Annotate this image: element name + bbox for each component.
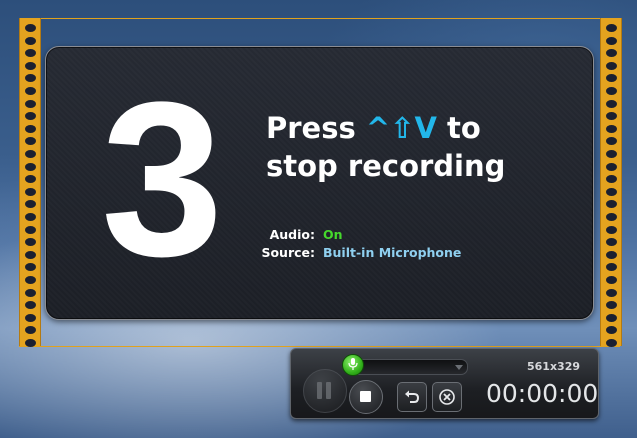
film-perforation — [606, 175, 617, 184]
cancel-icon — [439, 389, 455, 405]
film-perforation — [606, 213, 617, 221]
film-perforation — [606, 162, 617, 171]
film-perforation — [606, 74, 617, 83]
stop-instruction: Press ^⇧V to stop recording — [266, 109, 586, 185]
film-perforation — [606, 36, 617, 45]
pause-icon-bar-left — [317, 382, 322, 399]
chevron-down-icon[interactable] — [455, 365, 463, 370]
film-perforation — [606, 187, 617, 196]
film-perforation — [606, 61, 617, 70]
film-perforation — [25, 213, 36, 221]
film-perforation — [25, 124, 36, 133]
film-perforation — [25, 288, 36, 297]
capture-frame-left-filmstrip[interactable] — [19, 18, 41, 347]
film-perforation — [25, 61, 36, 70]
film-perforation — [606, 313, 617, 322]
restart-icon — [405, 390, 420, 403]
film-perforation — [25, 339, 36, 347]
film-perforation — [606, 339, 617, 347]
film-perforation — [606, 238, 617, 247]
film-perforation — [25, 162, 36, 171]
film-perforation — [25, 263, 36, 272]
restart-button[interactable] — [397, 382, 427, 412]
source-value: Built-in Microphone — [323, 245, 462, 260]
film-perforation — [25, 112, 36, 121]
capture-frame-right-filmstrip[interactable] — [600, 18, 622, 347]
shortcut-keys: ^⇧V — [365, 111, 437, 145]
film-perforation — [606, 112, 617, 121]
film-perforation — [25, 313, 36, 322]
film-perforation — [606, 99, 617, 108]
film-perforation — [606, 326, 617, 335]
recording-timer: 00:00:00 — [486, 379, 599, 408]
film-perforation — [25, 74, 36, 83]
film-perforation — [25, 225, 36, 234]
film-perforation — [25, 150, 36, 158]
audio-label: Audio: — [269, 227, 315, 242]
film-perforation — [606, 137, 617, 146]
stop-recording-text: stop recording — [266, 149, 506, 183]
film-perforation — [606, 288, 617, 297]
capture-size-readout: 561x329 — [527, 360, 581, 373]
film-perforation — [606, 200, 617, 209]
audio-level-meter[interactable] — [350, 359, 468, 375]
film-perforation — [25, 187, 36, 196]
film-perforation — [25, 175, 36, 184]
film-perforation — [25, 276, 36, 284]
film-perforation — [25, 250, 36, 259]
film-perforation — [25, 36, 36, 45]
film-perforation — [606, 87, 617, 95]
film-perforation — [606, 225, 617, 234]
film-perforation — [25, 87, 36, 95]
film-perforation — [25, 24, 36, 32]
film-perforation — [25, 49, 36, 58]
press-word: Press — [266, 111, 356, 145]
film-perforation — [606, 263, 617, 272]
audio-status: On — [323, 227, 343, 242]
pause-button[interactable] — [303, 369, 347, 413]
film-perforation — [25, 137, 36, 146]
film-perforation — [25, 99, 36, 108]
film-perforation — [25, 238, 36, 247]
film-perforation — [25, 301, 36, 310]
film-perforation — [606, 276, 617, 284]
film-perforation — [606, 24, 617, 32]
capture-frame-top-edge — [19, 18, 620, 19]
stop-button[interactable] — [349, 380, 383, 414]
cancel-button[interactable] — [432, 382, 462, 412]
film-perforation — [606, 124, 617, 133]
film-perforation — [606, 250, 617, 259]
capture-frame-bottom-edge — [19, 346, 620, 347]
film-perforation — [25, 326, 36, 335]
film-perforation — [25, 200, 36, 209]
microphone-icon — [348, 358, 358, 370]
film-perforation — [606, 150, 617, 158]
film-perforation — [606, 301, 617, 310]
stop-icon — [360, 391, 371, 402]
pause-icon-bar-right — [326, 382, 331, 399]
recording-control-bar: 561x329 00:00:00 — [290, 348, 599, 419]
countdown-panel: 3 Press ^⇧V to stop recording Audio: On … — [45, 46, 594, 320]
microphone-button[interactable] — [342, 354, 364, 376]
countdown-number: 3 — [101, 56, 224, 302]
source-label: Source: — [261, 245, 315, 260]
film-perforation — [606, 49, 617, 58]
to-word: to — [447, 111, 481, 145]
